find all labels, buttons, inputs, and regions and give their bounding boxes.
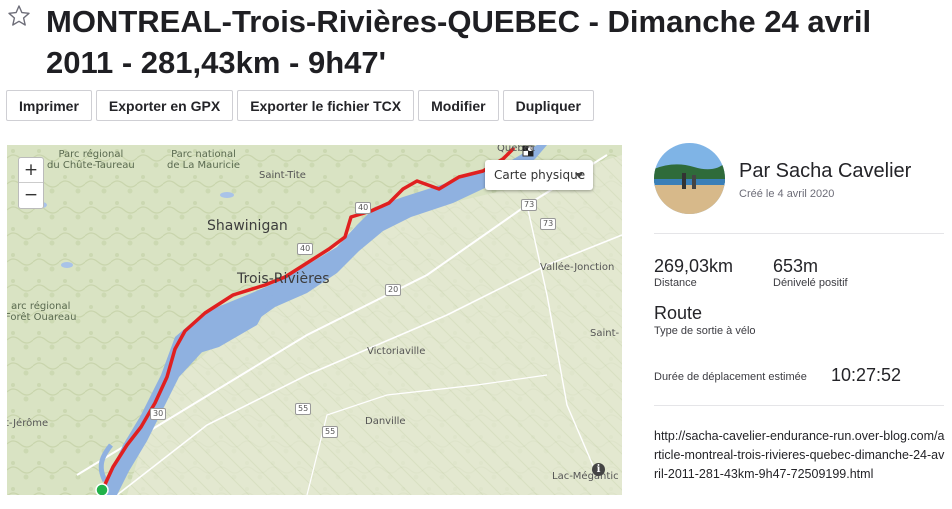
map-label-vallee-jonction: Vallée-Jonction: [540, 262, 615, 273]
map-label-trois-rivieres: Trois-Rivières: [237, 271, 330, 287]
print-button[interactable]: Imprimer: [6, 90, 92, 121]
edit-button[interactable]: Modifier: [418, 90, 499, 121]
map-label-text: arc régional: [11, 301, 71, 312]
map-label-saint: Saint-: [590, 328, 620, 339]
map-label-parc-regional: Parc régional du Chûte-Taureau: [47, 149, 135, 171]
map-label-text: du Chûte-Taureau: [47, 160, 135, 171]
road-shield: 40: [355, 202, 372, 214]
route-title: MONTREAL-Trois-Rivières-QUEBEC - Dimanch…: [46, 4, 872, 80]
distance-value: 269,03km: [654, 256, 734, 276]
road-shield: 73: [540, 218, 557, 230]
divider: [654, 405, 944, 406]
lake: [61, 262, 73, 268]
elevation-label: Dénivelé positif: [773, 277, 848, 289]
map-type-label: Carte physique: [494, 168, 586, 182]
route-map[interactable]: Québec Parc régional du Chûte-Taureau Pa…: [7, 145, 622, 495]
ride-type-value: Route: [654, 303, 703, 323]
author-name[interactable]: Par Sacha Cavelier: [739, 160, 911, 183]
route-start-marker[interactable]: [95, 483, 109, 495]
map-label-lac-megantic: Lac-Mégantic: [552, 471, 619, 482]
action-toolbar: Imprimer Exporter en GPX Exporter le fic…: [6, 90, 594, 121]
zoom-out-button[interactable]: −: [19, 183, 43, 208]
route-description[interactable]: http://sacha-cavelier-endurance-run.over…: [654, 427, 946, 484]
duplicate-button[interactable]: Dupliquer: [502, 90, 594, 121]
lake: [220, 192, 234, 198]
map-type-dropdown[interactable]: Carte physique: [485, 160, 593, 190]
road-shield: 73: [521, 199, 538, 211]
info-icon[interactable]: i: [592, 463, 605, 476]
map-label-text: Parc national: [171, 149, 236, 160]
avatar[interactable]: [654, 143, 725, 214]
map-label-parc-national: Parc national de La Mauricie: [167, 149, 240, 171]
road-shield: 30: [150, 408, 167, 420]
elevation-value: 653m: [773, 256, 819, 276]
road-shield: 55: [295, 403, 312, 415]
map-label-saint-tite: Saint-Tite: [259, 170, 306, 181]
map-label-quebec: Québec: [497, 145, 536, 154]
map-label-victoriaville: Victoriaville: [367, 346, 426, 357]
moving-time-value: 10:27:52: [831, 365, 902, 385]
moving-time-label: Durée de déplacement estimée: [654, 371, 807, 383]
zoom-control: + −: [18, 157, 44, 209]
chevron-down-icon: [575, 173, 583, 178]
map-label-text: Forêt Ouareau: [7, 312, 77, 323]
map-label-st-jerome: t-Jérôme: [7, 418, 49, 429]
map-label-shawinigan: Shawinigan: [207, 218, 288, 234]
export-gpx-button[interactable]: Exporter en GPX: [95, 90, 234, 121]
road-shield: 20: [385, 284, 402, 296]
map-label-danville: Danville: [365, 416, 406, 427]
map-label-foret-ouareau: arc régional Forêt Ouareau: [7, 301, 77, 323]
road-shield: 40: [297, 243, 314, 255]
zoom-in-button[interactable]: +: [19, 158, 43, 183]
distance-label: Distance: [654, 277, 697, 289]
map-label-text: de La Mauricie: [167, 160, 240, 171]
road-shield: 55: [322, 426, 339, 438]
star-icon[interactable]: [7, 4, 31, 28]
map-canvas: [7, 145, 622, 495]
avatar-image: [654, 143, 725, 214]
created-date: Créé le 4 avril 2020: [739, 188, 835, 200]
divider: [654, 233, 944, 234]
map-label-text: Parc régional: [58, 149, 124, 160]
ride-type-label: Type de sortie à vélo: [654, 325, 756, 337]
export-tcx-button[interactable]: Exporter le fichier TCX: [237, 90, 415, 121]
